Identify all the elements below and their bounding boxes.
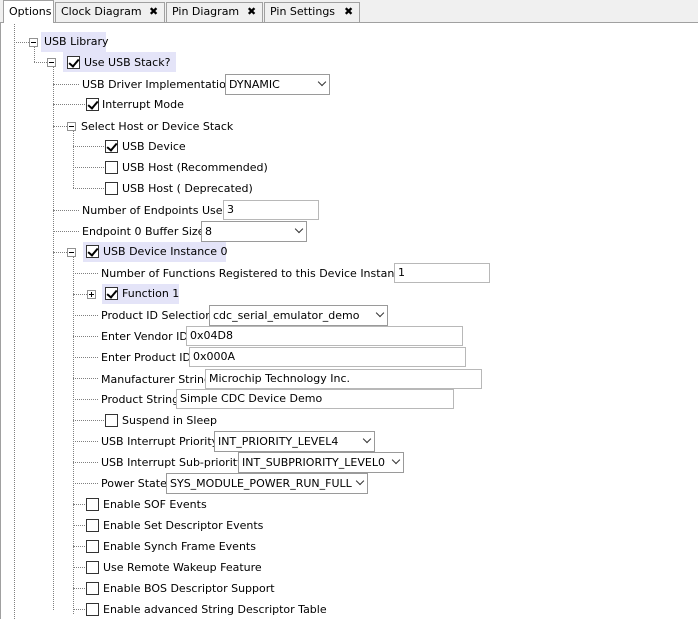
power-state-label: Power State bbox=[101, 477, 167, 490]
interrupt-subpriority-value: INT_SUBPRIORITY_LEVEL0 bbox=[242, 456, 385, 469]
chevron-down-icon bbox=[362, 434, 372, 444]
collapse-icon[interactable] bbox=[47, 58, 56, 67]
product-string-field[interactable]: Simple CDC Device Demo bbox=[176, 389, 454, 409]
driver-implementation-select[interactable]: DYNAMIC bbox=[225, 74, 330, 95]
suspend-sleep-checkbox[interactable] bbox=[105, 414, 118, 427]
product-id-field[interactable]: 0x000A bbox=[189, 347, 466, 367]
collapse-icon[interactable] bbox=[29, 38, 38, 47]
product-id-selection-select[interactable]: cdc_serial_emulator_demo bbox=[209, 305, 388, 326]
chevron-down-icon bbox=[391, 455, 401, 465]
interrupt-mode-checkbox[interactable] bbox=[86, 98, 99, 111]
interrupt-mode-label: Interrupt Mode bbox=[102, 98, 184, 111]
tab-bar: Options Clock Diagram ✖ Pin Diagram ✖ Pi… bbox=[0, 0, 698, 23]
device-instance-checkbox[interactable] bbox=[86, 245, 99, 258]
close-icon[interactable]: ✖ bbox=[247, 3, 256, 21]
remote-wakeup-label: Use Remote Wakeup Feature bbox=[103, 561, 262, 574]
product-id-selection-label: Product ID Selection bbox=[101, 309, 213, 322]
sof-events-checkbox[interactable] bbox=[86, 498, 99, 511]
function1-label: Function 1 bbox=[122, 287, 180, 300]
chevron-down-icon bbox=[317, 77, 327, 87]
product-id-selection-value: cdc_serial_emulator_demo bbox=[213, 309, 360, 322]
use-usb-stack-label: Use USB Stack? bbox=[84, 56, 171, 69]
tab-clock-diagram[interactable]: Clock Diagram ✖ bbox=[55, 2, 165, 22]
tab-options-label: Options bbox=[9, 5, 52, 18]
interrupt-priority-select[interactable]: INT_PRIORITY_LEVEL4 bbox=[214, 431, 375, 452]
usb-host-deprecated-checkbox[interactable] bbox=[105, 182, 118, 195]
tab-pin-settings-label: Pin Settings bbox=[270, 5, 336, 18]
usb-device-checkbox[interactable] bbox=[105, 140, 118, 153]
function1-checkbox[interactable] bbox=[105, 287, 118, 300]
sof-events-label: Enable SOF Events bbox=[103, 498, 207, 511]
chevron-down-icon bbox=[355, 476, 365, 486]
use-usb-stack-checkbox[interactable] bbox=[67, 56, 80, 69]
power-state-value: SYS_MODULE_POWER_RUN_FULL bbox=[170, 477, 352, 490]
close-icon[interactable]: ✖ bbox=[149, 3, 158, 21]
usb-host-deprecated-label: USB Host ( Deprecated) bbox=[122, 182, 253, 195]
tab-pin-diagram-label: Pin Diagram bbox=[172, 5, 240, 18]
tab-clock-label: Clock Diagram bbox=[61, 5, 142, 18]
driver-implementation-label: USB Driver Implementation bbox=[82, 78, 233, 91]
expand-icon[interactable] bbox=[87, 290, 96, 299]
usb-device-label: USB Device bbox=[122, 140, 186, 153]
adv-string-table-checkbox[interactable] bbox=[86, 603, 99, 616]
product-string-label: Product String bbox=[101, 393, 180, 406]
adv-string-table-label: Enable advanced String Descriptor Table bbox=[103, 603, 327, 616]
ep0-buffer-size-label: Endpoint 0 Buffer Size bbox=[82, 225, 205, 238]
usb-host-recommended-label: USB Host (Recommended) bbox=[122, 161, 268, 174]
close-icon[interactable]: ✖ bbox=[344, 3, 353, 21]
synch-frame-events-checkbox[interactable] bbox=[86, 540, 99, 553]
remote-wakeup-checkbox[interactable] bbox=[86, 561, 99, 574]
host-device-stack-label: Select Host or Device Stack bbox=[81, 120, 234, 133]
vendor-id-field[interactable]: 0x04D8 bbox=[186, 326, 463, 346]
usb-library-label[interactable]: USB Library bbox=[44, 32, 109, 51]
device-instance-label: USB Device Instance 0 bbox=[103, 245, 228, 258]
manufacturer-string-field[interactable]: Microchip Technology Inc. bbox=[205, 369, 482, 389]
product-id-label: Enter Product ID bbox=[101, 351, 191, 364]
ep0-buffer-size-value: 8 bbox=[205, 225, 212, 238]
collapse-icon[interactable] bbox=[67, 248, 76, 257]
chevron-down-icon bbox=[294, 224, 304, 234]
interrupt-subpriority-label: USB Interrupt Sub-priority bbox=[101, 456, 244, 469]
ep0-buffer-size-select[interactable]: 8 bbox=[201, 221, 307, 242]
set-descriptor-events-label: Enable Set Descriptor Events bbox=[103, 519, 264, 532]
set-descriptor-events-checkbox[interactable] bbox=[86, 519, 99, 532]
tab-pin-settings[interactable]: Pin Settings ✖ bbox=[264, 2, 360, 22]
num-functions-field[interactable]: 1 bbox=[394, 263, 490, 283]
vendor-id-label: Enter Vendor ID bbox=[101, 330, 188, 343]
interrupt-subpriority-select[interactable]: INT_SUBPRIORITY_LEVEL0 bbox=[238, 452, 404, 473]
num-endpoints-label: Number of Endpoints Used bbox=[82, 204, 230, 217]
interrupt-priority-value: INT_PRIORITY_LEVEL4 bbox=[218, 435, 339, 448]
suspend-sleep-label: Suspend in Sleep bbox=[122, 414, 217, 427]
chevron-down-icon bbox=[375, 308, 385, 318]
power-state-select[interactable]: SYS_MODULE_POWER_RUN_FULL bbox=[166, 473, 368, 494]
tab-pin-diagram[interactable]: Pin Diagram ✖ bbox=[166, 2, 263, 22]
num-endpoints-field[interactable]: 3 bbox=[223, 200, 319, 220]
synch-frame-events-label: Enable Synch Frame Events bbox=[103, 540, 256, 553]
bos-descriptor-label: Enable BOS Descriptor Support bbox=[103, 582, 275, 595]
usb-host-recommended-checkbox[interactable] bbox=[105, 161, 118, 174]
bos-descriptor-checkbox[interactable] bbox=[86, 582, 99, 595]
tab-options[interactable]: Options bbox=[3, 0, 54, 23]
interrupt-priority-label: USB Interrupt Priority bbox=[101, 435, 219, 448]
collapse-icon[interactable] bbox=[67, 122, 76, 131]
manufacturer-string-label: Manufacturer String bbox=[101, 373, 212, 386]
driver-implementation-value: DYNAMIC bbox=[229, 78, 280, 91]
num-functions-label: Number of Functions Registered to this D… bbox=[101, 267, 408, 280]
